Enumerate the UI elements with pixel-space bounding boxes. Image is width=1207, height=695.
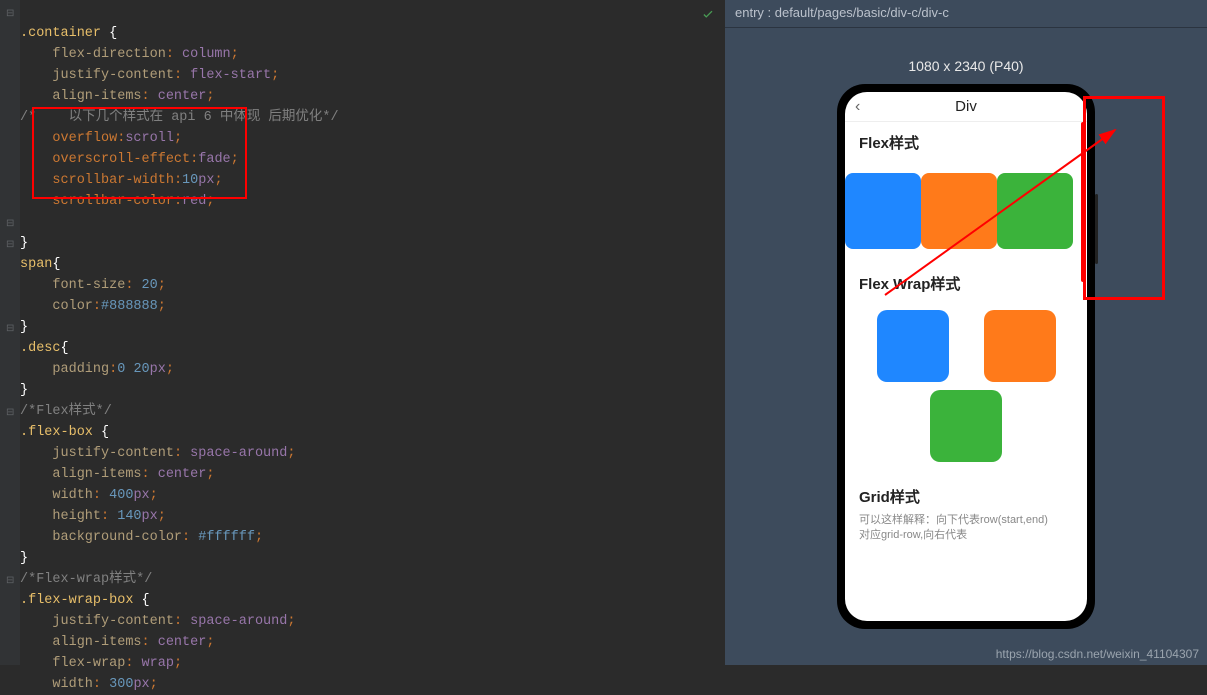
comment: /*Flex-wrap样式*/ xyxy=(20,572,152,587)
css-val: center xyxy=(158,635,207,650)
css-prop: height xyxy=(52,509,101,524)
css-prop: flex-wrap xyxy=(52,656,125,671)
css-val: #888888 xyxy=(101,299,158,314)
fold-toggle-icon[interactable]: ⊟ xyxy=(6,403,14,424)
css-prop: justify-content xyxy=(52,614,174,629)
phone-screen[interactable]: ‹ Div Flex样式 Flex Wrap样式 Grid样式 可以这样解释：向… xyxy=(845,92,1087,621)
css-val: space-around xyxy=(190,614,287,629)
selector: .container xyxy=(20,26,101,41)
css-prop: background-color xyxy=(52,530,182,545)
css-val: fade xyxy=(198,152,230,167)
flex-wrap-demo xyxy=(845,300,1087,476)
css-val: space-around xyxy=(190,446,287,461)
selector: span xyxy=(20,257,52,272)
section-title-flex: Flex样式 xyxy=(845,122,1087,159)
flex-box-demo xyxy=(845,159,1087,263)
entry-path-bar: entry : default/pages/basic/div-c/div-c xyxy=(725,0,1207,28)
phone-frame: ‹ Div Flex样式 Flex Wrap样式 Grid样式 可以这样解释：向… xyxy=(837,84,1095,629)
selector: .desc xyxy=(20,341,61,356)
css-prop: align-items xyxy=(52,89,141,104)
selector: .flex-box xyxy=(20,425,93,440)
code-editor-pane[interactable]: ⊟ ⊟ ⊟ ⊟ ⊟ ⊟ .container { flex-direction:… xyxy=(0,0,725,665)
selector: .flex-wrap-box xyxy=(20,593,133,608)
previewer-pane: entry : default/pages/basic/div-c/div-c … xyxy=(725,0,1207,665)
grid-description: 可以这样解释：向下代表row(start,end) 对应grid-row,向右代… xyxy=(845,513,1087,554)
fold-gutter: ⊟ ⊟ ⊟ ⊟ ⊟ ⊟ xyxy=(0,0,20,665)
fold-toggle-icon[interactable]: ⊟ xyxy=(6,214,14,235)
css-prop: overflow xyxy=(52,131,117,146)
css-num: 20 xyxy=(142,278,158,293)
css-num: 400 xyxy=(109,488,133,503)
css-prop: color xyxy=(52,299,93,314)
css-prop: align-items xyxy=(52,635,141,650)
device-dimensions-label: 1080 x 2340 (P40) xyxy=(908,58,1023,74)
css-prop: align-items xyxy=(52,467,141,482)
phone-side-button xyxy=(1095,194,1098,264)
comment: /*Flex样式*/ xyxy=(20,404,112,419)
back-icon[interactable]: ‹ xyxy=(855,98,860,116)
css-val: flex-start xyxy=(190,68,271,83)
css-val: red xyxy=(182,194,206,209)
fold-toggle-icon[interactable]: ⊟ xyxy=(6,319,14,340)
css-num: 300 xyxy=(109,677,133,692)
css-prop: scrollbar-color xyxy=(52,194,174,209)
css-prop: font-size xyxy=(52,278,125,293)
navbar-title: Div xyxy=(955,98,977,115)
demo-square-green xyxy=(997,173,1073,249)
fold-toggle-icon[interactable]: ⊟ xyxy=(6,571,14,592)
section-title-grid: Grid样式 xyxy=(845,476,1087,513)
css-prop: flex-direction xyxy=(52,47,165,62)
css-val: #ffffff xyxy=(198,530,255,545)
css-num: 140 xyxy=(117,509,141,524)
css-num: 10 xyxy=(182,173,198,188)
demo-square-blue xyxy=(845,173,921,249)
css-prop: padding xyxy=(52,362,109,377)
css-val: center xyxy=(158,89,207,104)
watermark-text: https://blog.csdn.net/weixin_41104307 xyxy=(996,647,1199,661)
css-prop: scrollbar-width xyxy=(52,173,174,188)
css-prop: overscroll-effect xyxy=(52,152,190,167)
demo-square-green xyxy=(930,390,1002,462)
fold-toggle-icon[interactable]: ⊟ xyxy=(6,235,14,256)
css-prop: width xyxy=(52,677,93,692)
css-prop: justify-content xyxy=(52,68,174,83)
css-prop: width xyxy=(52,488,93,503)
comment: /* 以下几个样式在 api 6 中体现 后期优化*/ xyxy=(20,110,339,125)
css-prop: justify-content xyxy=(52,446,174,461)
grid-desc-line: 可以这样解释：向下代表row(start,end) xyxy=(859,514,1048,526)
section-title-flex-wrap: Flex Wrap样式 xyxy=(845,263,1087,300)
custom-scrollbar[interactable] xyxy=(1081,122,1085,282)
demo-square-orange xyxy=(984,310,1056,382)
demo-square-orange xyxy=(921,173,997,249)
code-content[interactable]: .container { flex-direction: column; jus… xyxy=(20,2,725,695)
css-val: scroll xyxy=(125,131,174,146)
css-val: center xyxy=(158,467,207,482)
app-navbar: ‹ Div xyxy=(845,92,1087,122)
fold-toggle-icon[interactable]: ⊟ xyxy=(6,4,14,25)
grid-desc-line: 对应grid-row,向右代表 xyxy=(859,529,967,541)
css-val: wrap xyxy=(142,656,174,671)
css-val: column xyxy=(182,47,231,62)
demo-square-blue xyxy=(877,310,949,382)
